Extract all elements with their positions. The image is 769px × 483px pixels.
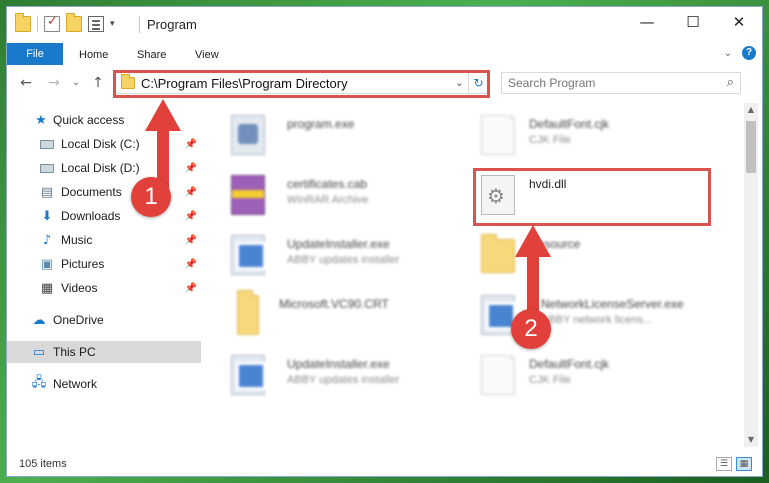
sidebar-item-music[interactable]: ♪ Music 📌: [7, 229, 201, 251]
file-type: ABBY updates installer: [287, 254, 400, 266]
drive-icon: [39, 160, 55, 176]
installer-icon: [231, 235, 266, 275]
folder-icon: [237, 290, 259, 335]
star-icon: ★: [35, 112, 47, 128]
file-name: DefaultFont.cjk: [529, 117, 610, 131]
file-name: UpdateInstaller.exe: [287, 237, 390, 251]
file-item[interactable]: Microsoft.VC90.CRT: [211, 289, 451, 341]
file-item[interactable]: DefaultFont.cjk CJK File: [461, 349, 701, 401]
file-item[interactable]: Resource: [461, 229, 701, 281]
window-controls: — ☐ ✕: [624, 7, 762, 37]
file-name: DefaultFont.cjk: [529, 357, 610, 371]
sidebar-item-downloads[interactable]: ⬇ Downloads 📌: [7, 205, 201, 227]
file-type: WinRAR Archive: [287, 194, 369, 206]
vertical-scrollbar[interactable]: ▲ ▼: [744, 103, 758, 447]
up-arrow-icon[interactable]: ↑: [89, 74, 107, 92]
file-item[interactable]: program.exe: [211, 109, 451, 161]
computer-icon: ▭: [32, 344, 46, 360]
tab-file[interactable]: File: [7, 43, 63, 65]
expand-ribbon-icon[interactable]: ⌄: [724, 48, 732, 59]
file-type: CJK File: [529, 374, 571, 386]
file-name: certificates.cab: [287, 177, 368, 191]
toolbar-divider: [37, 16, 38, 32]
file-name: NetworkLicenseServer.exe: [541, 297, 684, 311]
back-arrow-icon[interactable]: ←: [17, 74, 35, 92]
status-bar: 105 items ☰ ▦: [7, 454, 762, 476]
search-input[interactable]: [502, 73, 702, 93]
network-icon: 🖧: [31, 375, 47, 390]
close-button[interactable]: ✕: [716, 7, 762, 37]
drive-icon: [39, 136, 55, 152]
pin-icon[interactable]: 📌: [185, 163, 197, 174]
document-icon: [481, 355, 515, 395]
document-icon: [481, 115, 515, 155]
file-item[interactable]: UpdateInstaller.exe ABBY updates install…: [211, 229, 451, 281]
help-icon[interactable]: ?: [742, 46, 756, 60]
pictures-icon: ▣: [40, 256, 54, 272]
file-item[interactable]: NetworkLicenseServer.exe ABBY network li…: [461, 289, 701, 341]
downloads-icon: ⬇: [41, 208, 53, 224]
maximize-button[interactable]: ☐: [670, 7, 716, 37]
file-explorer-window: ▾ Program — ☐ ✕ File Home Share View ⌄ ?…: [6, 6, 763, 477]
file-list: program.exe DefaultFont.cjk CJK File cer…: [211, 105, 741, 445]
music-icon: ♪: [42, 232, 52, 248]
file-item[interactable]: UpdateInstaller.exe ABBY updates install…: [211, 349, 451, 401]
onedrive-icon: ☁: [32, 312, 46, 328]
ribbon-tabs: File Home Share View ⌄ ?: [7, 41, 762, 65]
sidebar-item-videos[interactable]: ▦ Videos 📌: [7, 277, 201, 299]
file-highlight: [473, 168, 711, 226]
scroll-down-icon[interactable]: ▼: [744, 433, 758, 447]
title-bar: ▾ Program — ☐ ✕: [7, 7, 762, 41]
sidebar-item-network[interactable]: 🖧 Network: [7, 373, 201, 395]
title-divider: [139, 16, 140, 33]
window-title: Program: [147, 17, 197, 32]
file-name: UpdateInstaller.exe: [287, 357, 390, 371]
pin-icon[interactable]: 📌: [185, 259, 197, 270]
videos-icon: ▦: [40, 280, 54, 296]
step-2-badge: 2: [511, 309, 551, 349]
scroll-thumb[interactable]: [746, 121, 756, 173]
properties-check-icon[interactable]: [44, 14, 60, 32]
scroll-up-icon[interactable]: ▲: [744, 103, 758, 117]
tab-share[interactable]: Share: [123, 45, 180, 65]
winrar-icon: [231, 175, 265, 215]
installer-icon: [231, 355, 266, 395]
file-item[interactable]: certificates.cab WinRAR Archive: [211, 169, 451, 221]
sidebar-item-pictures[interactable]: ▣ Pictures 📌: [7, 253, 201, 275]
program-exe-icon: [231, 115, 265, 155]
address-bar-highlight: [113, 70, 490, 98]
customize-icon[interactable]: [88, 16, 104, 32]
file-item[interactable]: DefaultFont.cjk CJK File: [461, 109, 701, 161]
details-view-icon[interactable]: ☰: [716, 457, 732, 471]
minimize-button[interactable]: —: [624, 7, 670, 37]
tab-home[interactable]: Home: [65, 45, 122, 65]
file-name: Microsoft.VC90.CRT: [279, 297, 389, 311]
installer-icon: [481, 295, 516, 335]
pin-icon[interactable]: 📌: [185, 211, 197, 222]
step-1-badge: 1: [131, 177, 171, 217]
search-box[interactable]: ⌕: [501, 72, 741, 94]
file-type: ABBY updates installer: [287, 374, 400, 386]
forward-arrow-icon[interactable]: →: [45, 74, 63, 92]
file-name: program.exe: [287, 117, 355, 131]
item-count: 105 items: [19, 458, 67, 470]
folder-icon[interactable]: [15, 13, 31, 32]
pin-icon[interactable]: 📌: [185, 235, 197, 246]
quick-access-toolbar: ▾: [15, 13, 115, 32]
file-type: ABBY network licens...: [541, 314, 653, 326]
new-folder-icon[interactable]: [66, 13, 82, 32]
recent-locations-icon[interactable]: ⌄: [67, 74, 85, 92]
search-icon: ⌕: [726, 75, 734, 90]
tab-view[interactable]: View: [181, 45, 233, 65]
pin-icon[interactable]: 📌: [185, 283, 197, 294]
sidebar-item-onedrive[interactable]: ☁ OneDrive: [7, 309, 201, 331]
file-type: CJK File: [529, 134, 571, 146]
sidebar-item-this-pc[interactable]: ▭ This PC: [7, 341, 201, 363]
folder-icon: [481, 234, 515, 273]
pin-icon[interactable]: 📌: [185, 139, 197, 150]
documents-icon: ▤: [40, 184, 54, 200]
tiles-view-icon[interactable]: ▦: [736, 457, 752, 471]
chevron-down-icon[interactable]: ▾: [110, 19, 115, 29]
pin-icon[interactable]: 📌: [185, 187, 197, 198]
